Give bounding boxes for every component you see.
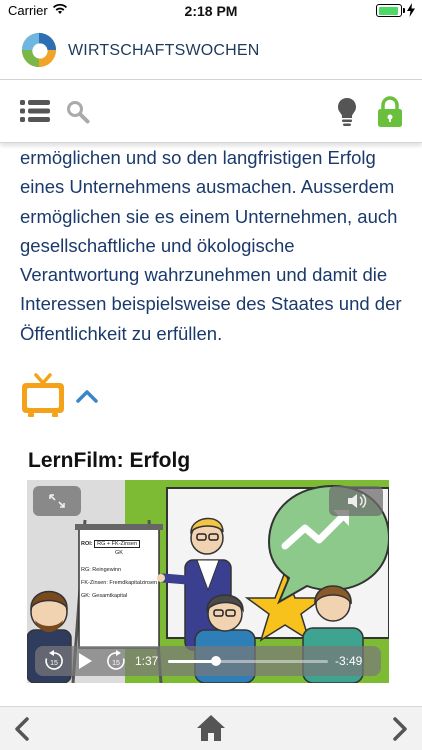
search-icon[interactable] [66,100,90,124]
article-line: gesellschaftliche und ökologische [20,234,295,256]
flipchart-legend-item: FK-Zinsen: Fremdkapitalzinsen [81,580,158,586]
home-icon[interactable] [196,714,226,742]
list-icon[interactable] [20,99,50,123]
speaker-icon [348,493,367,509]
svg-text:15: 15 [50,660,58,667]
status-bar: Carrier 2:18 PM [0,0,422,22]
flipchart: ROI: RG + FK-Zinsen GK RG: Reingewinn FK… [81,540,159,601]
fullscreen-button[interactable] [33,486,81,516]
flipchart-formula-denominator: GK [115,550,123,556]
article-line: Interessen beispielsweise des Staates un… [20,293,402,315]
article-line: ermöglichen und so den langfristigen Erf… [20,147,376,168]
lightbulb-icon[interactable] [337,97,357,127]
article-text: ermöglichen und so den langfristigen Erf… [20,143,410,348]
clock: 2:18 PM [184,3,238,19]
article-content: ermöglichen und so den langfristigen Erf… [0,143,422,706]
flipchart-formula: ROI: RG + FK-Zinsen [81,540,159,549]
expand-arrows-icon [49,494,65,508]
article-line: Öffentlichkeit zu erfüllen. [20,322,223,344]
remaining-time: -3:49 [335,654,363,668]
elapsed-time: 1:37 [135,654,159,668]
collapse-chevron-up-icon[interactable] [76,389,98,403]
video-player[interactable]: ROI: RG + FK-Zinsen GK RG: Reingewinn FK… [27,480,389,683]
video-title: LernFilm: Erfolg [28,449,191,472]
app-header: WIRTSCHAFTSWOCHEN [0,22,422,80]
flipchart-roi-label: ROI: [81,541,93,547]
toolbar [0,81,422,143]
video-controls: 15 15 1:37 -3:49 [35,646,381,676]
chevron-left-icon[interactable] [14,717,30,741]
bottom-navigation [0,706,422,750]
flipchart-formula-numerator: RG + FK-Zinsen [94,540,141,548]
lock-icon[interactable] [377,96,403,128]
tv-icon[interactable] [20,373,66,419]
skip-back-15-icon[interactable]: 15 [43,650,65,672]
battery-icon [376,4,405,17]
chevron-right-icon[interactable] [392,717,408,741]
flipchart-legend-item: RG: Reingewinn [81,567,122,573]
flipchart-legend-item: GK: Gesamtkapital [81,593,128,599]
article-line: eines Unternehmens ausmachen. Ausserdem [20,176,395,198]
progress-track[interactable] [168,656,328,666]
progress-played [168,660,216,663]
volume-button[interactable] [329,486,383,516]
svg-text:15: 15 [112,660,120,667]
brand-name: WIRTSCHAFTSWOCHEN [68,42,260,59]
play-icon[interactable] [77,653,93,669]
charging-bolt-icon [407,3,415,17]
skip-forward-15-icon[interactable]: 15 [105,650,127,672]
article-line: Verantwortung wahrzunehmen und damit die [20,264,388,286]
article-line: ermöglichen sie es einem Unternehmen, au… [20,205,398,227]
app-logo [21,32,57,68]
progress-knob[interactable] [211,656,221,666]
